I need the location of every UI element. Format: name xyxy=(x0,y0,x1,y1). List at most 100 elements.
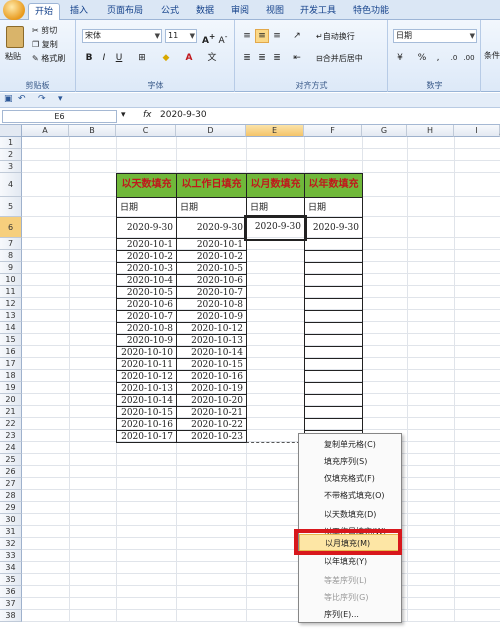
row-header[interactable]: 20 xyxy=(0,394,22,406)
row-header[interactable]: 29 xyxy=(0,502,22,514)
number-format-combo[interactable]: 日期 ▼ xyxy=(393,29,477,43)
date-cell-workday-fill[interactable]: 2020-9-30 xyxy=(176,217,247,239)
font-color-icon[interactable]: A xyxy=(182,51,196,65)
column-header[interactable]: A xyxy=(22,125,69,137)
row-header[interactable]: 11 xyxy=(0,286,22,298)
select-all-corner[interactable] xyxy=(0,125,22,137)
name-box[interactable]: E6 xyxy=(2,110,117,123)
fill-menu-item[interactable]: 以天数填充(D) xyxy=(299,506,401,523)
row-header[interactable]: 18 xyxy=(0,370,22,382)
copy-button[interactable]: ❐ 复制 xyxy=(32,39,58,50)
row-header[interactable]: 5 xyxy=(0,197,22,217)
undo-icon[interactable]: ↶ xyxy=(18,94,26,104)
fill-menu-item[interactable]: 复制单元格(C) xyxy=(299,436,401,453)
align-middle-icon[interactable]: ≡ xyxy=(255,29,269,43)
align-top-icon[interactable]: ≡ xyxy=(240,29,254,43)
row-header[interactable]: 26 xyxy=(0,466,22,478)
fill-color-icon[interactable]: ◆ xyxy=(159,51,173,65)
indent-icon[interactable]: ⇤ xyxy=(290,51,304,65)
row-header[interactable]: 28 xyxy=(0,490,22,502)
customize-toolbar-icon[interactable]: ▾ xyxy=(58,94,63,104)
date-cell-year-fill[interactable]: 2020-9-30 xyxy=(304,217,363,239)
row-header[interactable]: 17 xyxy=(0,358,22,370)
row-header[interactable]: 23 xyxy=(0,430,22,442)
row-header[interactable]: 36 xyxy=(0,586,22,598)
row-header[interactable]: 7 xyxy=(0,238,22,250)
format-painter-button[interactable]: ✎ 格式刷 xyxy=(32,53,65,64)
italic-icon[interactable]: I xyxy=(97,51,111,65)
table-subheader-cell[interactable]: 日期 xyxy=(304,197,363,218)
row-header[interactable]: 12 xyxy=(0,298,22,310)
row-header[interactable]: 24 xyxy=(0,442,22,454)
column-header[interactable]: D xyxy=(176,125,246,137)
column-header[interactable]: H xyxy=(407,125,454,137)
percent-icon[interactable]: % xyxy=(415,51,429,65)
office-button[interactable] xyxy=(3,0,25,20)
align-bottom-icon[interactable]: ≡ xyxy=(270,29,284,43)
align-right-icon[interactable]: ≣ xyxy=(270,51,284,65)
row-header[interactable]: 10 xyxy=(0,274,22,286)
paste-icon[interactable] xyxy=(6,26,24,48)
fill-menu-item[interactable]: 仅填充格式(F) xyxy=(299,470,401,487)
tab-insert[interactable]: 插入 xyxy=(64,3,94,20)
merge-center-button[interactable]: ⊟合并后居中 xyxy=(316,53,363,64)
fill-menu-item[interactable]: 不带格式填充(O) xyxy=(299,487,401,504)
orientation-icon[interactable]: ↗ xyxy=(290,29,304,43)
tab-page-layout[interactable]: 页面布局 xyxy=(100,3,150,20)
row-header[interactable]: 37 xyxy=(0,598,22,610)
tab-developer[interactable]: 开发工具 xyxy=(297,3,339,20)
column-header[interactable]: F xyxy=(304,125,362,137)
paste-button[interactable]: 粘贴 xyxy=(5,51,21,62)
table-header-cell[interactable]: 以年数填充 xyxy=(304,173,363,198)
row-header[interactable]: 6 xyxy=(0,217,22,238)
row-header[interactable]: 1 xyxy=(0,137,22,149)
increase-decimal-icon[interactable]: .0 xyxy=(447,51,461,65)
date-cell-day-fill[interactable]: 2020-10-17 xyxy=(116,430,177,443)
row-header[interactable]: 34 xyxy=(0,562,22,574)
table-header-cell[interactable]: 以月数填充 xyxy=(246,173,305,198)
row-header[interactable]: 22 xyxy=(0,418,22,430)
column-header[interactable]: I xyxy=(454,125,500,137)
date-cell-workday-fill[interactable]: 2020-10-23 xyxy=(176,430,247,443)
row-header[interactable]: 3 xyxy=(0,161,22,173)
fill-menu-item[interactable]: 以年填充(Y) xyxy=(299,553,401,570)
cut-button[interactable]: ✂ 剪切 xyxy=(32,25,57,36)
row-header[interactable]: 9 xyxy=(0,262,22,274)
name-box-dropdown-icon[interactable]: ▾ xyxy=(121,110,126,120)
tab-view[interactable]: 视图 xyxy=(260,3,290,20)
column-header[interactable]: E xyxy=(246,125,304,137)
insert-function-button[interactable]: fx xyxy=(143,110,152,120)
align-center-icon[interactable]: ≣ xyxy=(255,51,269,65)
row-header[interactable]: 4 xyxy=(0,173,22,197)
row-header[interactable]: 35 xyxy=(0,574,22,586)
font-name-combo[interactable]: 宋体 ▼ xyxy=(82,29,162,43)
decrease-decimal-icon[interactable]: .00 xyxy=(462,51,476,65)
date-cell-day-fill[interactable]: 2020-9-30 xyxy=(116,217,177,239)
row-header[interactable]: 31 xyxy=(0,526,22,538)
column-header[interactable]: C xyxy=(116,125,176,137)
fill-menu-item[interactable]: 序列(E)... xyxy=(299,606,401,623)
border-icon[interactable]: ⊞ xyxy=(135,51,149,65)
row-header[interactable]: 16 xyxy=(0,346,22,358)
tab-review[interactable]: 审阅 xyxy=(225,3,255,20)
tab-data[interactable]: 数据 xyxy=(190,3,220,20)
font-size-combo[interactable]: 11 ▼ xyxy=(165,29,197,43)
formula-input[interactable]: 2020-9-30 xyxy=(160,110,207,120)
row-header[interactable]: 32 xyxy=(0,538,22,550)
tab-home[interactable]: 开始 xyxy=(28,3,60,20)
currency-icon[interactable]: ¥ xyxy=(393,51,407,65)
worksheet-grid[interactable]: ABCDEFGHIJ123456789101112131415161718192… xyxy=(0,125,500,630)
tab-special-features[interactable]: 特色功能 xyxy=(346,3,396,20)
grow-font-icon[interactable]: A+ xyxy=(201,29,215,46)
bold-icon[interactable]: B xyxy=(82,51,96,65)
wrap-text-button[interactable]: ↵自动换行 xyxy=(316,31,355,42)
tab-formulas[interactable]: 公式 xyxy=(155,3,185,20)
row-header[interactable]: 13 xyxy=(0,310,22,322)
row-header[interactable]: 14 xyxy=(0,322,22,334)
row-header[interactable]: 25 xyxy=(0,454,22,466)
phonetic-icon[interactable]: 文 xyxy=(205,51,219,65)
redo-icon[interactable]: ↷ xyxy=(38,94,46,104)
table-subheader-cell[interactable]: 日期 xyxy=(246,197,305,218)
row-header[interactable]: 15 xyxy=(0,334,22,346)
row-header[interactable]: 21 xyxy=(0,406,22,418)
